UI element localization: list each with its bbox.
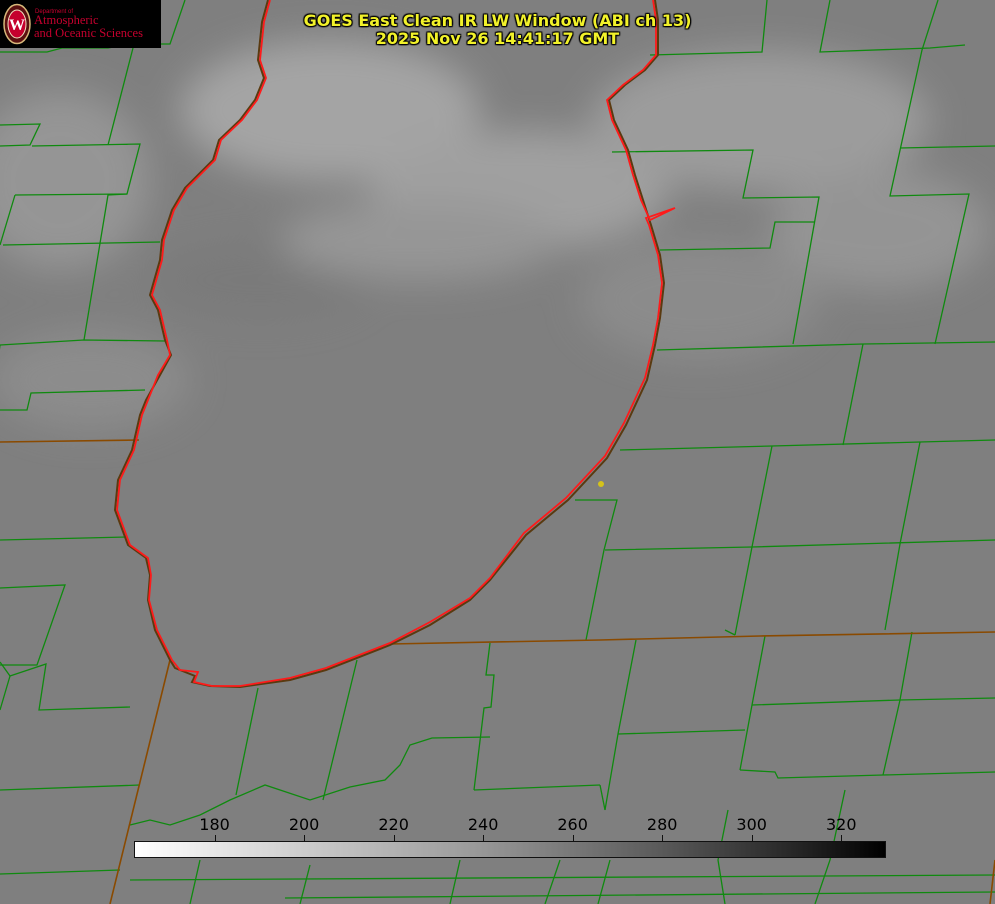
satellite-map: [0, 0, 995, 904]
colorbar-tick-label: 320: [825, 815, 857, 834]
colorbar-tick-mark: [304, 835, 306, 841]
colorbar-tick-mark: [393, 835, 395, 841]
image-timestamp: 2025 Nov 26 14:41:17 GMT: [375, 29, 620, 48]
colorbar-tick-label: 240: [467, 815, 499, 834]
satellite-image-frame: W Department of Atmospheric and Oceanic …: [0, 0, 995, 904]
colorbar-tick-label: 260: [557, 815, 588, 834]
colorbar-tick-label: 300: [736, 815, 767, 834]
colorbar-tick-label: 220: [378, 815, 409, 834]
colorbar-tick-mark: [572, 835, 574, 841]
image-title: GOES East Clean IR LW Window (ABI ch 13): [303, 11, 692, 30]
colorbar-tick-label: 180: [199, 815, 230, 834]
colorbar-tick-label: 200: [288, 815, 320, 834]
station-marker: [598, 481, 604, 487]
colorbar-tick-label: 280: [646, 815, 678, 834]
colorbar-tick-mark: [751, 835, 753, 841]
temperature-colorbar: [134, 841, 886, 858]
colorbar-tick-mark: [662, 835, 664, 841]
colorbar-tick-mark: [841, 835, 843, 841]
colorbar-tick-mark: [483, 835, 485, 841]
colorbar-tick-mark: [214, 835, 216, 841]
